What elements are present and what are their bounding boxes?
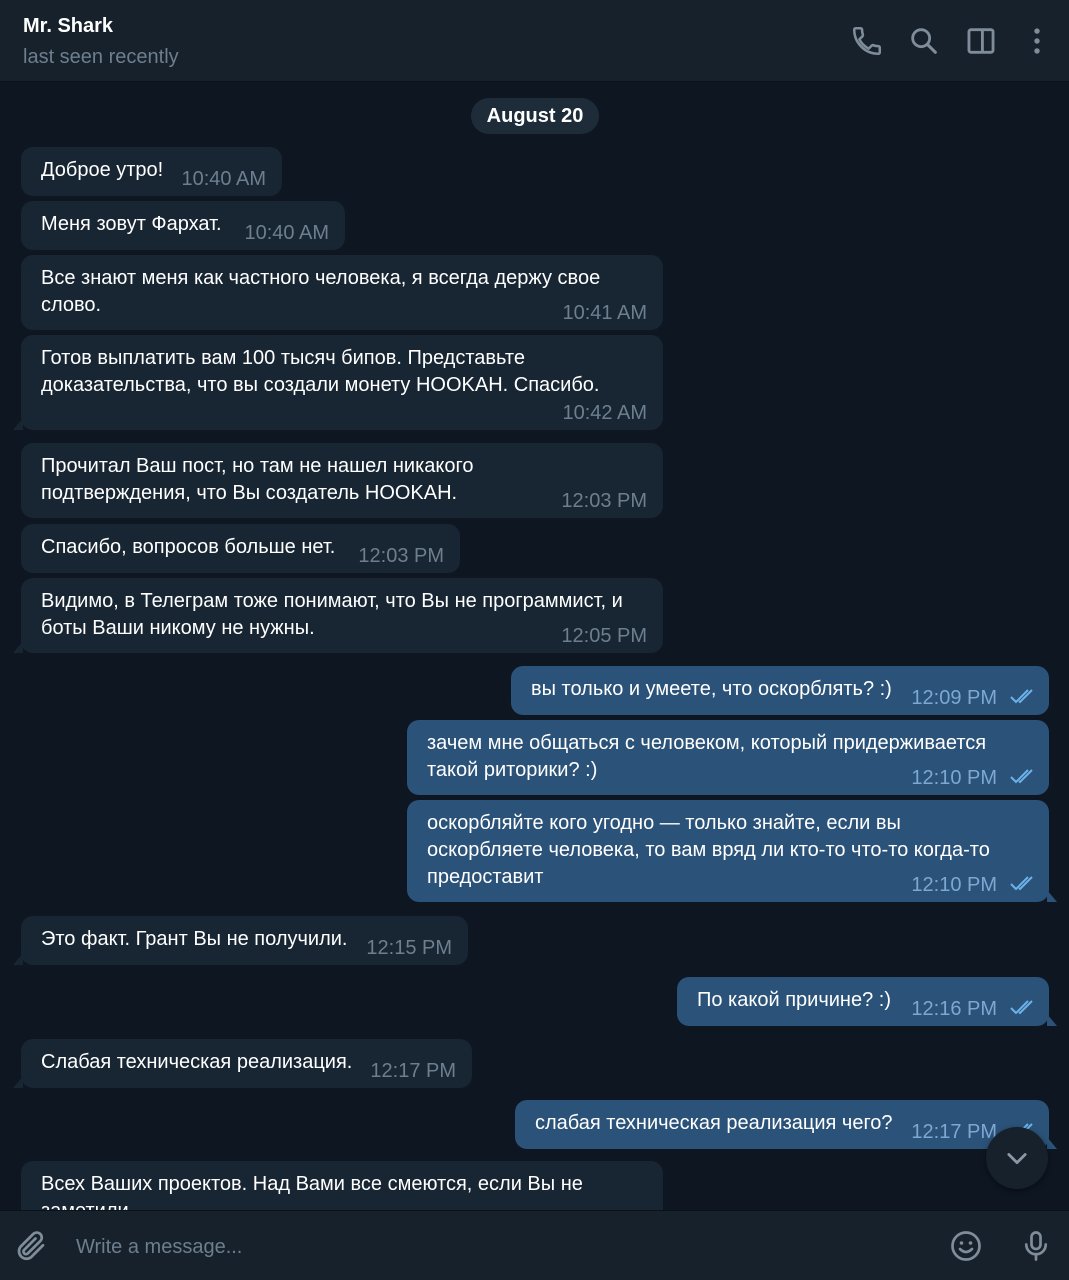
- incoming-message[interactable]: Готов выплатить вам 100 тысяч бипов. Пре…: [13, 335, 663, 430]
- message-time: 12:03 PM: [561, 490, 647, 512]
- chat-header: Mr. Shark last seen recently: [0, 0, 1069, 82]
- message-time: 12:15 PM: [366, 937, 452, 959]
- incoming-message[interactable]: Прочитал Ваш пост, но там не нашел никак…: [21, 443, 663, 518]
- message-time: 12:03 PM: [358, 545, 444, 567]
- message-text: Готов выплатить вам 100 тысяч бипов. Пре…: [41, 347, 600, 396]
- sidebar-toggle-icon[interactable]: [964, 24, 998, 58]
- message-time: 12:17 PM: [370, 1060, 456, 1082]
- emoji-icon[interactable]: [948, 1228, 984, 1264]
- read-checks-icon: [1010, 689, 1033, 704]
- message-time: 12:05 PM: [561, 625, 647, 647]
- message-input[interactable]: [76, 1233, 916, 1261]
- message-time: 12:10 PM: [911, 874, 997, 896]
- chat-title[interactable]: Mr. Shark: [23, 15, 113, 38]
- chevron-down-icon: [1007, 1153, 1027, 1165]
- read-checks-icon: [1010, 769, 1033, 784]
- message-text: Видимо, в Телеграм тоже понимают, что Вы…: [41, 590, 623, 639]
- message-text: Прочитал Ваш пост, но там не нашел никак…: [41, 455, 474, 504]
- outgoing-message[interactable]: слабая техническая реализация чего? 12:1…: [515, 1100, 1057, 1149]
- outgoing-message[interactable]: зачем мне общаться с человеком, который …: [407, 720, 1049, 795]
- read-checks-icon: [1010, 876, 1033, 891]
- search-icon[interactable]: [907, 24, 941, 58]
- message-composer: [0, 1210, 1069, 1280]
- incoming-message[interactable]: Спасибо, вопросов больше нет. 12:03 PM: [21, 524, 460, 573]
- message-time: 12:16 PM: [911, 998, 997, 1020]
- phone-icon[interactable]: [850, 24, 884, 58]
- incoming-message[interactable]: Все знают меня как частного человека, я …: [21, 255, 663, 330]
- outgoing-message[interactable]: вы только и умеете, что оскорблять? :) 1…: [511, 666, 1049, 715]
- incoming-message[interactable]: Слабая техническая реализация. 12:17 PM: [13, 1039, 472, 1088]
- message-time: 10:40 AM: [181, 168, 266, 190]
- message-time: 10:41 AM: [562, 302, 647, 324]
- incoming-message[interactable]: Всех Ваших проектов. Над Вами все смеютс…: [21, 1161, 663, 1210]
- message-time: 10:40 AM: [244, 222, 329, 244]
- read-checks-icon: [1010, 1000, 1033, 1015]
- incoming-message[interactable]: Видимо, в Телеграм тоже понимают, что Вы…: [13, 578, 663, 653]
- scroll-to-bottom-button[interactable]: [986, 1127, 1048, 1189]
- microphone-icon[interactable]: [1018, 1228, 1054, 1264]
- chat-status: last seen recently: [23, 46, 179, 68]
- attach-icon[interactable]: [13, 1228, 49, 1264]
- incoming-message[interactable]: Меня зовут Фархат. 10:40 AM: [21, 201, 345, 250]
- message-time: 12:09 PM: [911, 687, 997, 709]
- message-time: 12:17 PM: [911, 1121, 997, 1143]
- message-text: Всех Ваших проектов. Над Вами все смеютс…: [41, 1173, 583, 1210]
- message-time: 10:42 AM: [562, 402, 647, 424]
- outgoing-message[interactable]: По какой причине? :) 12:16 PM: [677, 977, 1057, 1026]
- message-time: 12:10 PM: [911, 767, 997, 789]
- message-text: Все знают меня как частного человека, я …: [41, 267, 601, 316]
- incoming-message[interactable]: Доброе утро! 10:40 AM: [21, 147, 282, 196]
- incoming-message[interactable]: Это факт. Грант Вы не получили. 12:15 PM: [13, 916, 468, 965]
- message-list[interactable]: August 20 Доброе утро! 10:40 AM Меня зов…: [0, 83, 1069, 1210]
- date-separator: August 20: [471, 98, 599, 134]
- outgoing-message[interactable]: оскорбляйте кого угодно — только знайте,…: [407, 800, 1057, 902]
- more-vertical-icon[interactable]: [1020, 24, 1054, 58]
